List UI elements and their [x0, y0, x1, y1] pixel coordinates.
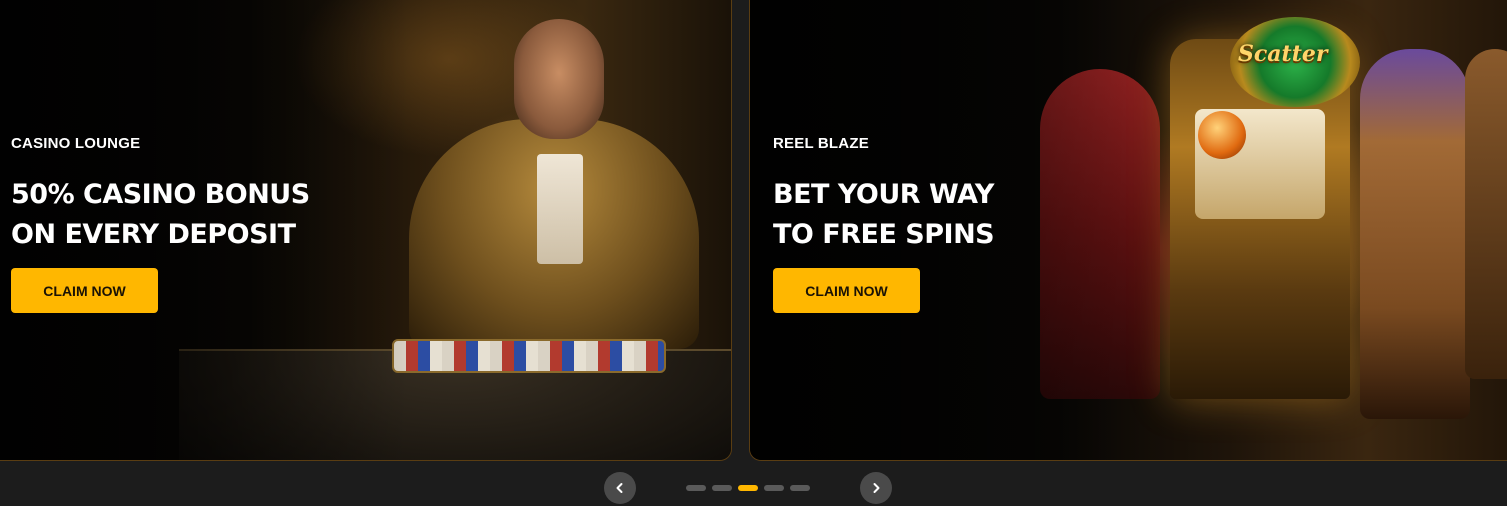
chevron-right-icon	[873, 483, 880, 493]
carousel-dot-1[interactable]	[686, 485, 706, 491]
chevron-left-icon	[616, 483, 623, 493]
carousel-track: CASINO LOUNGE 50% CASINO BONUS ON EVERY …	[0, 0, 1507, 462]
slide-kicker: REEL BLAZE	[773, 135, 869, 152]
carousel-dot-5[interactable]	[790, 485, 810, 491]
promo-carousel: CASINO LOUNGE 50% CASINO BONUS ON EVERY …	[0, 0, 1507, 506]
aztec-warrior-image	[1360, 49, 1470, 419]
slide-headline: BET YOUR WAY TO FREE SPINS	[773, 175, 1113, 255]
warrior-edge-image	[1465, 49, 1507, 379]
fire-orb-image	[1198, 111, 1246, 159]
dealer-shirt-image	[537, 154, 583, 264]
carousel-dot-2[interactable]	[712, 485, 732, 491]
carousel-dot-4[interactable]	[764, 485, 784, 491]
carousel-dot-3[interactable]	[738, 485, 758, 491]
claim-now-button[interactable]: CLAIM NOW	[11, 268, 158, 313]
poker-chips-image	[392, 339, 666, 373]
carousel-prev-button[interactable]	[604, 472, 636, 504]
headline-line-1: BET YOUR WAY	[773, 179, 994, 210]
promo-slide-reel-blaze[interactable]: Scatter REEL BLAZE BET YOUR WAY TO FREE …	[749, 0, 1507, 461]
slide-kicker: CASINO LOUNGE	[11, 135, 141, 152]
headline-line-1: 50% CASINO BONUS	[11, 179, 310, 210]
promo-slide-casino-lounge[interactable]: CASINO LOUNGE 50% CASINO BONUS ON EVERY …	[0, 0, 732, 461]
carousel-pagination	[686, 485, 810, 491]
headline-line-2: TO FREE SPINS	[773, 219, 995, 250]
headline-line-2: ON EVERY DEPOSIT	[11, 219, 296, 250]
dealer-head-image	[514, 19, 604, 139]
carousel-next-button[interactable]	[860, 472, 892, 504]
slide-content: CASINO LOUNGE 50% CASINO BONUS ON EVERY …	[11, 135, 351, 313]
carousel-controls	[0, 462, 1507, 506]
slide-content: REEL BLAZE BET YOUR WAY TO FREE SPINS CL…	[773, 135, 1113, 313]
claim-now-button[interactable]: CLAIM NOW	[773, 268, 920, 313]
slide-headline: 50% CASINO BONUS ON EVERY DEPOSIT	[11, 175, 351, 255]
scatter-logo: Scatter	[1238, 41, 1328, 67]
